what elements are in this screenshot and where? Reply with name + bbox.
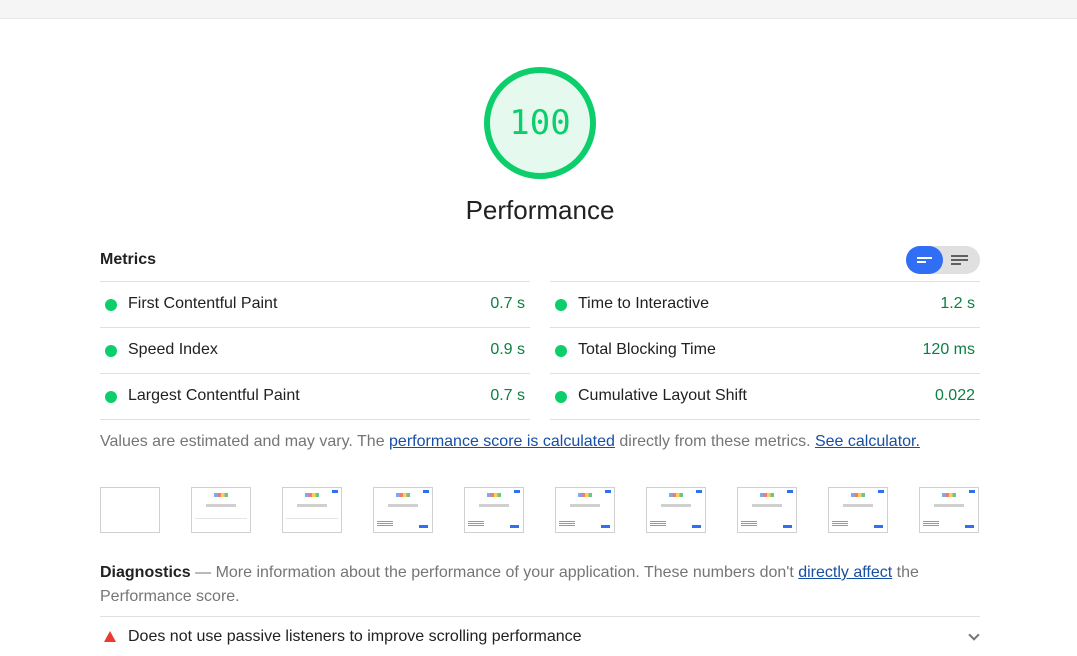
diagnostics-description: Diagnostics — More information about the…	[100, 561, 980, 609]
note-text: Values are estimated and may vary. The	[100, 433, 390, 450]
metrics-view-toggle[interactable]	[906, 246, 980, 274]
performance-score-value: 100	[509, 103, 571, 143]
filmstrip-frame	[737, 487, 797, 533]
performance-score-label: Performance	[465, 195, 615, 225]
performance-score-calculated-link[interactable]: performance score is calculated	[389, 433, 615, 450]
metric-label: Speed Index	[128, 341, 218, 358]
filmstrip-frame	[919, 487, 979, 533]
filmstrip-frame	[373, 487, 433, 533]
filmstrip-frame	[464, 487, 524, 533]
directly-affect-link[interactable]: directly affect	[798, 564, 892, 581]
filmstrip-frame	[828, 487, 888, 533]
filmstrip-frame	[191, 487, 251, 533]
pass-status-icon	[555, 345, 567, 357]
chevron-down-icon[interactable]	[968, 629, 980, 641]
pass-status-icon	[105, 345, 117, 357]
metric-label: First Contentful Paint	[128, 295, 278, 312]
compact-view-button[interactable]	[906, 246, 943, 274]
metric-time-to-interactive: Time to Interactive 1.2 s	[550, 281, 980, 327]
audit-passive-listeners[interactable]: Does not use passive listeners to improv…	[100, 616, 980, 656]
pass-status-icon	[555, 391, 567, 403]
see-calculator-link[interactable]: See calculator.	[815, 433, 920, 450]
metric-total-blocking-time: Total Blocking Time 120 ms	[550, 327, 980, 373]
metric-label: Cumulative Layout Shift	[578, 387, 747, 404]
metrics-column-left: First Contentful Paint 0.7 s Speed Index…	[100, 281, 530, 420]
filmstrip-frame	[555, 487, 615, 533]
list-view-button[interactable]	[943, 246, 980, 274]
audit-title: Does not use passive listeners to improv…	[128, 628, 582, 645]
filmstrip-frame	[646, 487, 706, 533]
metric-value: 120 ms	[922, 341, 975, 358]
metric-value: 0.9 s	[490, 341, 525, 358]
metric-cumulative-layout-shift: Cumulative Layout Shift 0.022	[550, 373, 980, 419]
top-bar	[0, 0, 1077, 19]
metrics-header: Metrics	[100, 251, 157, 268]
divider	[100, 419, 530, 420]
pass-status-icon	[555, 299, 567, 311]
metric-speed-index: Speed Index 0.9 s	[100, 327, 530, 373]
filmstrip-frame	[282, 487, 342, 533]
metric-label: Largest Contentful Paint	[128, 387, 300, 404]
pass-status-icon	[105, 391, 117, 403]
diagnostics-title: Diagnostics	[100, 564, 191, 581]
metric-value: 0.7 s	[490, 387, 525, 404]
metrics-note: Values are estimated and may vary. The p…	[100, 433, 920, 451]
metric-largest-contentful-paint: Largest Contentful Paint 0.7 s	[100, 373, 530, 419]
metric-value: 1.2 s	[940, 295, 975, 312]
divider	[550, 419, 980, 420]
metric-label: Time to Interactive	[578, 295, 710, 312]
metric-value: 0.7 s	[490, 295, 525, 312]
filmstrip	[100, 487, 980, 533]
metric-label: Total Blocking Time	[578, 341, 716, 358]
note-text: directly from these metrics.	[614, 433, 815, 450]
filmstrip-frame	[100, 487, 160, 533]
pass-status-icon	[105, 299, 117, 311]
metric-first-contentful-paint: First Contentful Paint 0.7 s	[100, 281, 530, 327]
performance-score-gauge[interactable]: 100	[484, 67, 596, 179]
warning-triangle-icon	[104, 631, 116, 642]
diagnostics-text: — More information about the performance…	[190, 564, 799, 581]
metrics-column-right: Time to Interactive 1.2 s Total Blocking…	[550, 281, 980, 420]
metric-value: 0.022	[934, 387, 975, 404]
